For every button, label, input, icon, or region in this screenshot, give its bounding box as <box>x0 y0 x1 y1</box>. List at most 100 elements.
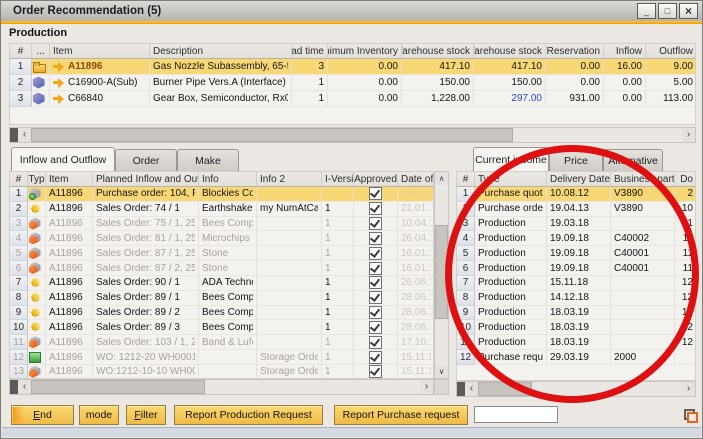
footer-input[interactable] <box>474 406 558 423</box>
check-icon[interactable] <box>369 202 382 215</box>
cell[interactable]: 17.10.17 <box>398 335 434 350</box>
column-header[interactable]: # <box>10 172 28 187</box>
check-icon[interactable] <box>369 217 382 230</box>
cell[interactable]: 12 <box>675 306 696 321</box>
cell[interactable]: C66840 <box>50 91 150 107</box>
scrollbar-track[interactable] <box>532 382 682 396</box>
tab-make[interactable]: Make <box>177 149 239 171</box>
scrollbar-thumb[interactable] <box>478 382 532 396</box>
scrollbar-track[interactable] <box>435 185 448 365</box>
cell[interactable]: Stone <box>199 246 257 261</box>
cell[interactable]: ADA Technolog <box>199 276 257 291</box>
cell[interactable]: Sales Order: 89 / 1 <box>93 291 199 306</box>
report-production-request-button[interactable]: Report Production Request <box>174 405 323 425</box>
cell[interactable]: Microchips <box>199 231 257 246</box>
cell[interactable]: 3 <box>292 59 328 75</box>
cell[interactable]: Band & Lufel <box>199 335 257 350</box>
cell[interactable] <box>354 276 398 291</box>
left-vscrollbar[interactable]: ∧ ∨ <box>434 171 449 379</box>
cell[interactable]: A11896 <box>50 59 150 75</box>
cell[interactable]: 1 <box>457 187 475 202</box>
cell[interactable]: 1 <box>322 202 354 217</box>
cell[interactable] <box>28 261 46 276</box>
cell[interactable]: 18.03.19 <box>547 335 611 350</box>
end-button[interactable]: End <box>11 405 74 425</box>
tab-price[interactable]: Price <box>549 149 603 171</box>
cell[interactable] <box>354 365 398 379</box>
cell[interactable]: 1 <box>292 91 328 107</box>
cell[interactable]: Production <box>475 276 547 291</box>
column-header[interactable]: Warehouse stock <box>474 44 546 59</box>
cell[interactable]: 4 <box>457 231 475 246</box>
column-header[interactable]: Warehouse stock <box>402 44 474 59</box>
cell[interactable]: 150.00 <box>402 75 474 91</box>
cell[interactable]: Bees Computers <box>199 320 257 335</box>
check-icon[interactable] <box>369 187 382 200</box>
cell[interactable]: C40002 <box>611 231 675 246</box>
cell[interactable]: 9.00 <box>646 59 696 75</box>
column-header[interactable]: Delivery Date <box>547 172 611 187</box>
cell[interactable] <box>354 320 398 335</box>
column-header[interactable]: Outflow <box>646 44 696 59</box>
cell[interactable]: 11 <box>10 335 28 350</box>
cell[interactable] <box>28 306 46 321</box>
cell[interactable]: 19.04.13 <box>547 202 611 217</box>
check-icon[interactable] <box>369 351 382 364</box>
cell[interactable]: A11896 <box>46 217 93 232</box>
cell[interactable]: A11896 <box>46 261 93 276</box>
cell[interactable]: Production <box>475 217 547 232</box>
cell[interactable]: 9 <box>10 306 28 321</box>
cell[interactable]: 19.09.18 <box>547 246 611 261</box>
cell[interactable]: A11896 <box>46 320 93 335</box>
cell[interactable]: WO: 1212-20 WH000159 <box>93 350 199 365</box>
top-hscrollbar[interactable]: ‹ › <box>9 127 696 143</box>
cell[interactable]: Sales Order: 87 / 1, 2511218 <box>93 246 199 261</box>
cell[interactable]: C40001 <box>611 246 675 261</box>
cell[interactable]: 15.11.18 <box>398 365 434 379</box>
cell[interactable]: Purchase order: 104, Pos 1 <box>93 187 199 202</box>
cell[interactable]: 1 <box>322 365 354 379</box>
cell[interactable]: Gas Nozzle Subassembly, 65-50254 <box>150 59 292 75</box>
cell[interactable] <box>32 75 50 91</box>
column-header[interactable]: Reservation <box>546 44 604 59</box>
cell[interactable] <box>257 246 322 261</box>
right-hscrollbar[interactable]: ‹ › <box>456 381 696 397</box>
cell[interactable]: 3 <box>457 217 475 232</box>
cell[interactable]: 28.06.17 <box>398 320 434 335</box>
column-header[interactable]: Item <box>46 172 93 187</box>
cell[interactable]: V3890 <box>611 202 675 217</box>
cell[interactable]: 1 <box>10 59 32 75</box>
cell[interactable]: 1 <box>322 261 354 276</box>
cell[interactable]: 1 <box>10 187 28 202</box>
cell[interactable]: Production <box>475 246 547 261</box>
cell[interactable]: C16900-A(Sub) <box>50 75 150 91</box>
cell[interactable]: 10 <box>675 202 696 217</box>
cell[interactable] <box>257 335 322 350</box>
cell[interactable]: 10 <box>457 320 475 335</box>
cell[interactable] <box>354 306 398 321</box>
cell[interactable] <box>354 187 398 202</box>
cell[interactable] <box>28 246 46 261</box>
cell[interactable]: 4 <box>10 231 28 246</box>
cell[interactable]: A11896 <box>46 350 93 365</box>
cell[interactable]: 12 <box>10 350 28 365</box>
cell[interactable]: 1 <box>322 291 354 306</box>
cell[interactable]: V3890 <box>611 187 675 202</box>
cell[interactable]: 1 <box>322 306 354 321</box>
scroll-right-icon[interactable]: › <box>682 382 695 396</box>
tab-order[interactable]: Order <box>115 149 177 171</box>
title-bar[interactable]: Order Recommendation (5) _ □ × <box>1 1 702 22</box>
scrollbar-track[interactable] <box>205 380 420 394</box>
cell[interactable]: Production <box>475 320 547 335</box>
cell[interactable]: my NumAtCard-7- <box>257 202 322 217</box>
cell[interactable]: 1 <box>322 350 354 365</box>
tab-current-income[interactable]: Current income <box>473 147 549 171</box>
cell[interactable]: 21.01.16 <box>398 202 434 217</box>
cell[interactable]: A11896 <box>46 276 93 291</box>
cell[interactable] <box>611 320 675 335</box>
cell[interactable]: Purchase request <box>475 350 547 365</box>
cell[interactable] <box>354 231 398 246</box>
check-icon[interactable] <box>369 262 382 275</box>
cell[interactable]: 2000 <box>611 350 675 365</box>
cell[interactable]: Bees Computers <box>199 306 257 321</box>
